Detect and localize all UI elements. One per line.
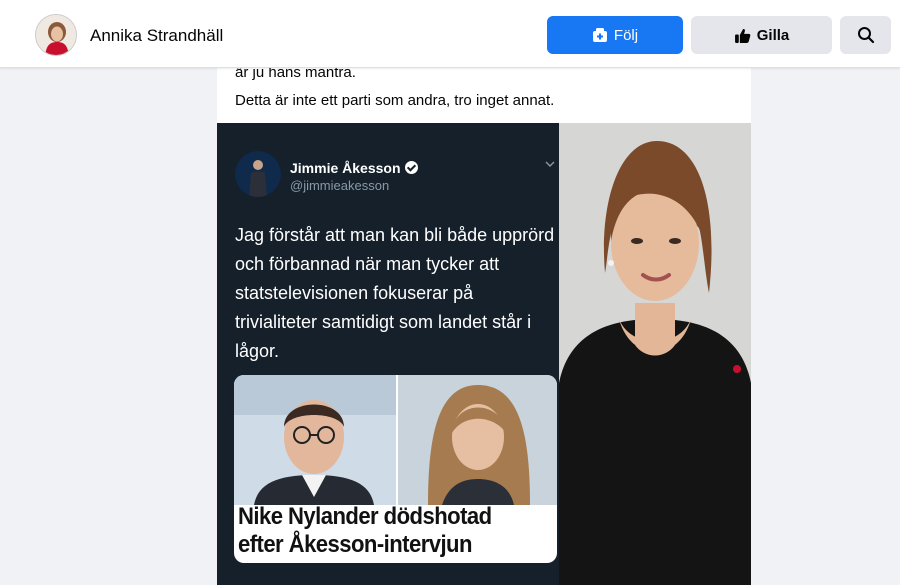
tweet-author-name-text: Jimmie Åkesson [290, 160, 401, 176]
tweet-avatar-image [235, 151, 281, 197]
like-button[interactable]: Gilla [691, 16, 832, 54]
card-photo-man [234, 375, 396, 505]
avatar-portrait-image [36, 15, 76, 55]
card-headline: Nike Nylander dödshotad efter Åkesson-in… [238, 503, 532, 559]
card-headline-line: efter Åkesson-intervjun [238, 531, 472, 558]
tweet-screenshot: Jimmie Åkesson @jimmieakesson Jag förstå… [217, 123, 559, 585]
page-name[interactable]: Annika Strandhäll [90, 26, 223, 46]
post-text-line: Detta är inte ett parti som andra, tro i… [235, 92, 555, 109]
portrait-photo [559, 123, 751, 585]
card-photo-woman [398, 375, 557, 505]
tweet-author-avatar [235, 151, 281, 197]
page-avatar[interactable] [35, 14, 77, 56]
follow-box-icon [592, 28, 607, 42]
woman-photo-image [398, 375, 557, 505]
thumbs-up-icon [734, 28, 751, 43]
verified-badge-icon [404, 161, 418, 174]
tweet-author-name: Jimmie Åkesson [290, 160, 418, 176]
chevron-down-icon [545, 161, 555, 167]
card-headline-line: Nike Nylander dödshotad [238, 503, 492, 530]
post-image[interactable]: Jimmie Åkesson @jimmieakesson Jag förstå… [217, 123, 751, 585]
follow-button-label: Följ [613, 26, 639, 44]
tweet-author-handle: @jimmieakesson [290, 178, 390, 193]
search-button[interactable] [840, 16, 891, 54]
page-header: Annika Strandhäll Följ Gilla [0, 0, 900, 68]
man-photo-image [234, 375, 396, 505]
follow-button[interactable]: Följ [547, 16, 683, 54]
woman-portrait-image [559, 123, 751, 585]
like-button-label: Gilla [756, 26, 790, 44]
tweet-body: Jag förstår att man kan bli både upprörd… [235, 225, 555, 361]
tweet-link-card: Nike Nylander dödshotad efter Åkesson-in… [234, 375, 557, 563]
search-icon [857, 27, 874, 44]
